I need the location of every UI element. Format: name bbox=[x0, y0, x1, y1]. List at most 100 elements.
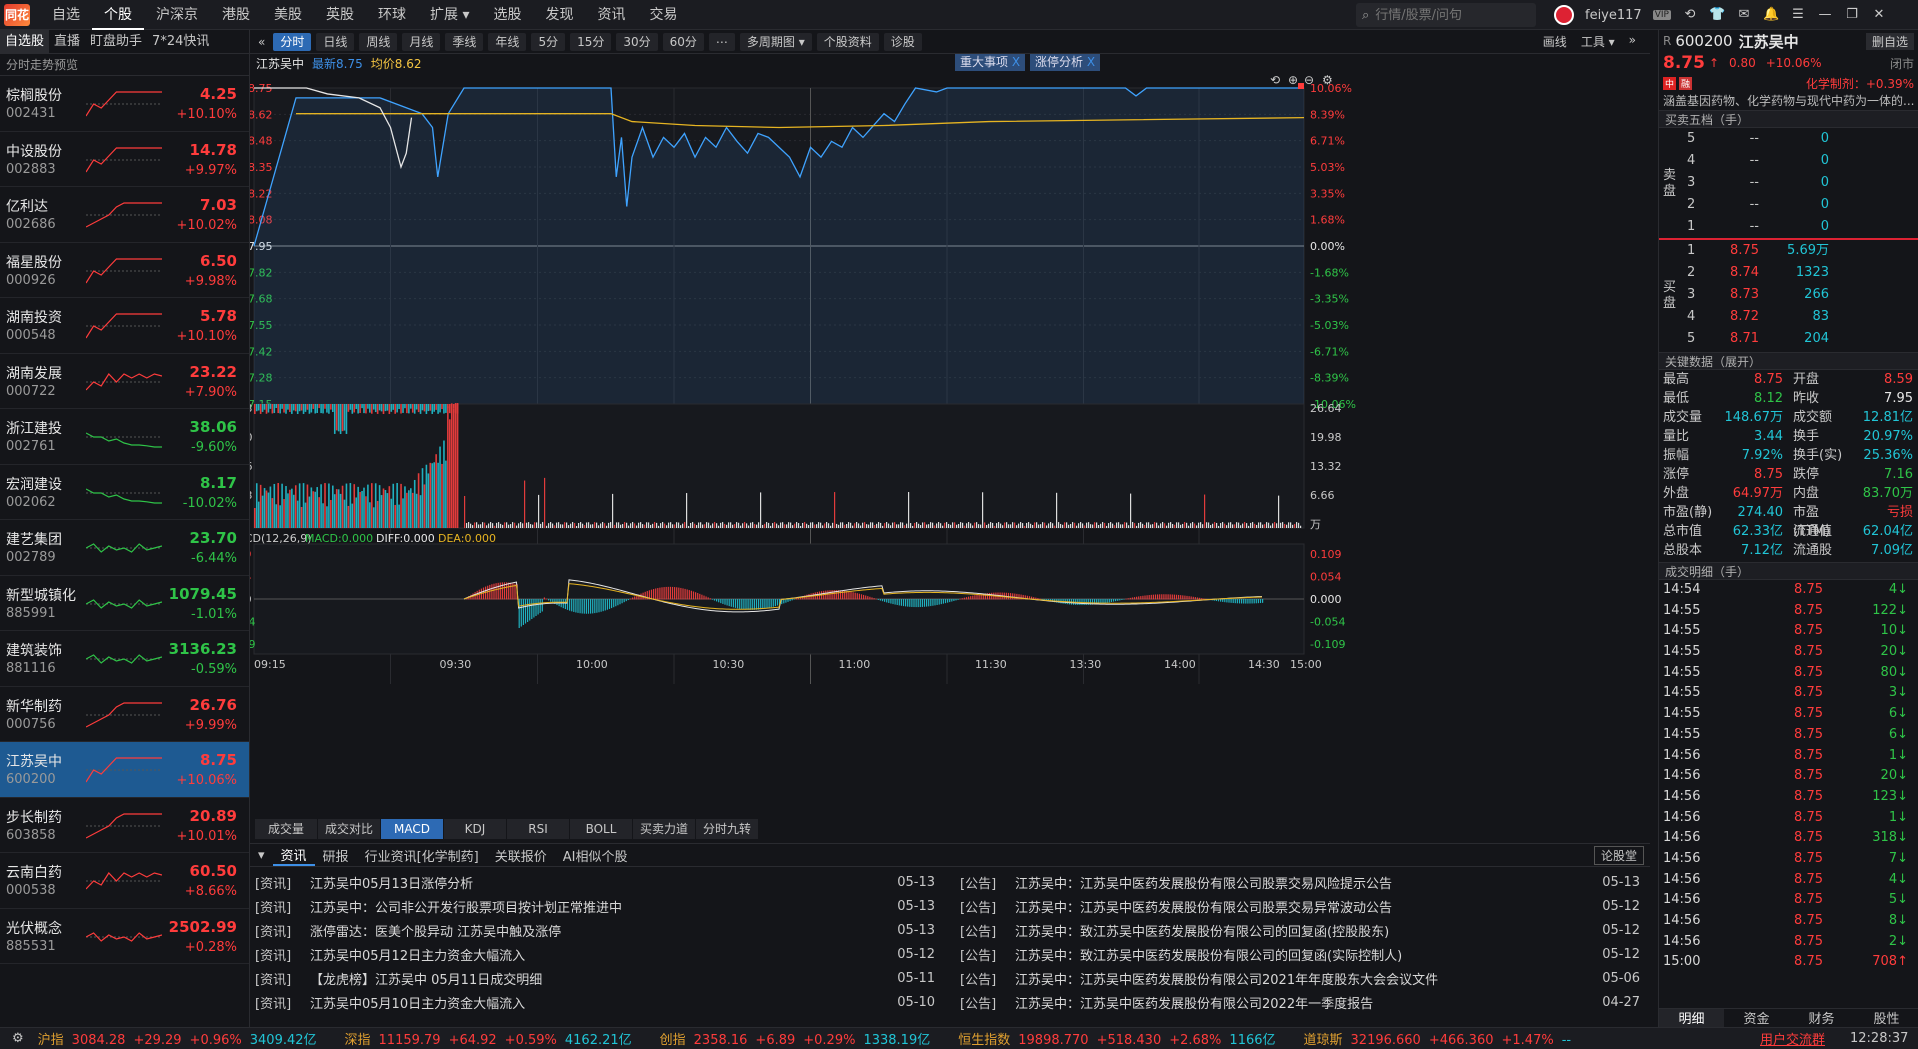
indicator-tab-4[interactable]: RSI bbox=[507, 819, 569, 839]
period-button-12[interactable]: 个股资料 bbox=[816, 32, 879, 51]
news-row[interactable]: [公告] 江苏吴中：江苏吴中医药发展股份有限公司2022年一季度报告 04-27 bbox=[960, 990, 1640, 1014]
period-button-13[interactable]: 诊股 bbox=[883, 32, 922, 51]
stock-item[interactable]: 新华制药 000756 26.76 +9.99% bbox=[0, 687, 249, 742]
news-row[interactable]: [公告] 江苏吴中：江苏吴中医药发展股份有限公司股票交易异常波动公告 05-12 bbox=[960, 894, 1640, 918]
news-row[interactable]: [公告] 江苏吴中：致江苏吴中医药发展股份有限公司的回复函(实际控制人) 05-12 bbox=[960, 942, 1640, 966]
chart-control-icon-0[interactable]: ⟲ bbox=[1270, 74, 1280, 87]
chart-control-icon-1[interactable]: ⊕ bbox=[1288, 74, 1298, 87]
stock-item[interactable]: 新型城镇化 885991 1079.45 -1.01% bbox=[0, 576, 249, 631]
index-quote[interactable]: 道琼斯 32196.660 +466.360 +1.47% -- bbox=[1304, 1029, 1572, 1048]
news-title[interactable]: 江苏吴中：致江苏吴中医药发展股份有限公司的回复函(实际控制人) bbox=[1015, 945, 1590, 964]
news-row[interactable]: [资讯] 江苏吴中：公司非公开发行股票项目按计划正常推进中 05-13 bbox=[255, 894, 935, 918]
nav-11[interactable]: 交易 bbox=[637, 0, 689, 30]
news-title[interactable]: 江苏吴中：公司非公开发行股票项目按计划正常推进中 bbox=[310, 897, 885, 916]
chart-control-icon-3[interactable]: ⚙ bbox=[1322, 74, 1333, 87]
bell-icon[interactable]: 🔔 bbox=[1763, 8, 1779, 22]
nav-8[interactable]: 选股 bbox=[481, 0, 533, 30]
industry-change[interactable]: 化学制剂：+0.39% bbox=[1806, 75, 1914, 92]
nav-4[interactable]: 美股 bbox=[262, 0, 314, 30]
user-group-link[interactable]: 用户交流群 bbox=[1760, 1029, 1825, 1048]
stock-item[interactable]: 江苏吴中 600200 8.75 +10.06% bbox=[0, 742, 249, 798]
nav-2[interactable]: 沪深京 bbox=[144, 0, 210, 30]
settings-icon[interactable]: ⚙ bbox=[12, 1031, 24, 1046]
stock-item[interactable]: 湖南投资 000548 5.78 +10.10% bbox=[0, 298, 249, 354]
period-button-3[interactable]: 月线 bbox=[402, 32, 441, 51]
stock-item[interactable]: 中设股份 002883 14.78 +9.97% bbox=[0, 132, 249, 187]
indicator-tab-5[interactable]: BOLL bbox=[570, 819, 632, 839]
indicator-tab-6[interactable]: 买卖力道 bbox=[633, 819, 695, 839]
nav-9[interactable]: 发现 bbox=[533, 0, 585, 30]
nav-10[interactable]: 资讯 bbox=[585, 0, 637, 30]
stock-item[interactable]: 建筑装饰 881116 3136.23 -0.59% bbox=[0, 631, 249, 687]
left-tab-3[interactable]: 7*24快讯 bbox=[147, 30, 214, 54]
stock-item[interactable]: 湖南发展 000722 23.22 +7.90% bbox=[0, 354, 249, 409]
news-row[interactable]: [公告] 江苏吴中：江苏吴中医药发展股份有限公司股票交易风险提示公告 05-13 bbox=[960, 870, 1640, 894]
sell-row[interactable]: 3 -- 0 bbox=[1659, 172, 1918, 194]
period-button-7[interactable]: 15分 bbox=[570, 32, 612, 51]
news-row[interactable]: [资讯] 江苏吴中05月10日主力资金大幅流入 05-10 bbox=[255, 990, 935, 1014]
toolbar-right-1[interactable]: 工具 ▾ bbox=[1581, 33, 1615, 50]
news-row[interactable]: [资讯] 江苏吴中05月13日涨停分析 05-13 bbox=[255, 870, 935, 894]
index-quote[interactable]: 深指 11159.79 +64.92 +0.59% 4162.21亿 bbox=[345, 1029, 632, 1048]
indicator-tab-3[interactable]: KDJ bbox=[444, 819, 506, 839]
period-button-4[interactable]: 季线 bbox=[445, 32, 484, 51]
tag-limit-up-analysis[interactable]: 涨停分析 X bbox=[1030, 54, 1101, 71]
period-button-10[interactable]: ⋯ bbox=[708, 32, 735, 51]
period-button-8[interactable]: 30分 bbox=[616, 32, 658, 51]
news-title[interactable]: 江苏吴中：致江苏吴中医药发展股份有限公司的回复函(控股股东) bbox=[1015, 921, 1590, 940]
news-row[interactable]: [公告] 江苏吴中：致江苏吴中医药发展股份有限公司的回复函(控股股东) 05-12 bbox=[960, 918, 1640, 942]
skin-icon[interactable]: 👕 bbox=[1709, 8, 1725, 22]
intraday-chart[interactable]: 8.75 10.06%8.62 8.39%8.48 6.71%8.35 5.03%8.2… bbox=[250, 74, 1650, 816]
stock-item[interactable]: 福星股份 000926 6.50 +9.98% bbox=[0, 243, 249, 298]
news-tab-0[interactable]: 资讯 bbox=[272, 845, 315, 866]
buy-row[interactable]: 5 8.71 204 bbox=[1659, 328, 1918, 350]
period-button-5[interactable]: 年线 bbox=[488, 32, 527, 51]
stock-item[interactable]: 云南白药 000538 60.50 +8.66% bbox=[0, 853, 249, 909]
indicator-tab-0[interactable]: 成交量 bbox=[255, 819, 317, 839]
period-button-6[interactable]: 5分 bbox=[531, 32, 566, 51]
stock-item[interactable]: 亿利达 002686 7.03 +10.02% bbox=[0, 187, 249, 243]
news-title[interactable]: 江苏吴中05月10日主力资金大幅流入 bbox=[310, 993, 885, 1012]
tag-major-events[interactable]: 重大事项 X bbox=[955, 54, 1026, 71]
stock-item[interactable]: 步长制药 603858 20.89 +10.01% bbox=[0, 798, 249, 853]
period-button-1[interactable]: 日线 bbox=[316, 32, 355, 51]
news-title[interactable]: 江苏吴中05月12日主力资金大幅流入 bbox=[310, 945, 885, 964]
sell-row[interactable]: 1 -- 0 bbox=[1659, 216, 1918, 238]
nav-0[interactable]: 自选 bbox=[40, 0, 92, 30]
toolbar-right-0[interactable]: 画线 bbox=[1543, 33, 1567, 50]
index-quote[interactable]: 恒生指数 19898.770 +518.430 +2.68% 1166亿 bbox=[958, 1029, 1275, 1048]
period-button-2[interactable]: 周线 bbox=[359, 32, 398, 51]
forum-button[interactable]: 论股堂 bbox=[1593, 845, 1644, 865]
nav-7[interactable]: 扩展 ▾ bbox=[418, 0, 481, 30]
left-tab-2[interactable]: 盯盘助手 bbox=[85, 30, 147, 54]
app-logo[interactable]: 同花 bbox=[4, 3, 30, 26]
nav-6[interactable]: 环球 bbox=[366, 0, 418, 30]
chart-control-icon-2[interactable]: ⊖ bbox=[1304, 74, 1314, 87]
key-data-title[interactable]: 关键数据（展开） bbox=[1659, 352, 1918, 370]
remove-favorite-button[interactable]: 删自选 bbox=[1865, 32, 1914, 50]
news-title[interactable]: 涨停雷达：医美个股异动 江苏吴中触及涨停 bbox=[310, 921, 885, 940]
collapse-news-icon[interactable]: ▾ bbox=[258, 848, 265, 863]
search-input[interactable] bbox=[1375, 7, 1526, 23]
stock-item[interactable]: 浙江建投 002761 38.06 -9.60% bbox=[0, 409, 249, 465]
buy-row[interactable]: 1 8.75 5.69万 bbox=[1659, 240, 1918, 262]
news-row[interactable]: [公告] 江苏吴中：江苏吴中医药发展股份有限公司2021年年度股东大会会议文件 05… bbox=[960, 966, 1640, 990]
news-title[interactable]: 江苏吴中：江苏吴中医药发展股份有限公司股票交易风险提示公告 bbox=[1015, 873, 1590, 892]
left-tab-1[interactable]: 直播 bbox=[49, 30, 85, 54]
search-box[interactable]: ⌕ bbox=[1356, 3, 1536, 27]
minimize-icon[interactable]: — bbox=[1817, 8, 1833, 22]
news-title[interactable]: 江苏吴中05月13日涨停分析 bbox=[310, 873, 885, 892]
stock-item[interactable]: 建艺集团 002789 23.70 -6.44% bbox=[0, 520, 249, 576]
news-row[interactable]: [资讯] 【龙虎榜】江苏吴中 05月11日成交明细 05-11 bbox=[255, 966, 935, 990]
close-icon[interactable]: ✕ bbox=[1871, 8, 1887, 22]
avatar[interactable] bbox=[1554, 5, 1574, 25]
indicator-tab-7[interactable]: 分时九转 bbox=[696, 819, 758, 839]
stock-item[interactable]: 棕榈股份 002431 4.25 +10.10% bbox=[0, 76, 249, 132]
news-row[interactable]: [资讯] 江苏吴中05月12日主力资金大幅流入 05-12 bbox=[255, 942, 935, 966]
nav-5[interactable]: 英股 bbox=[314, 0, 366, 30]
nav-1[interactable]: 个股 bbox=[92, 0, 144, 30]
collapse-left-icon[interactable]: « bbox=[258, 35, 265, 49]
expand-right-icon[interactable]: » bbox=[1629, 33, 1636, 50]
news-tab-2[interactable]: 行业资讯[化学制药] bbox=[357, 846, 487, 865]
menu-icon[interactable]: ☰ bbox=[1790, 8, 1806, 22]
